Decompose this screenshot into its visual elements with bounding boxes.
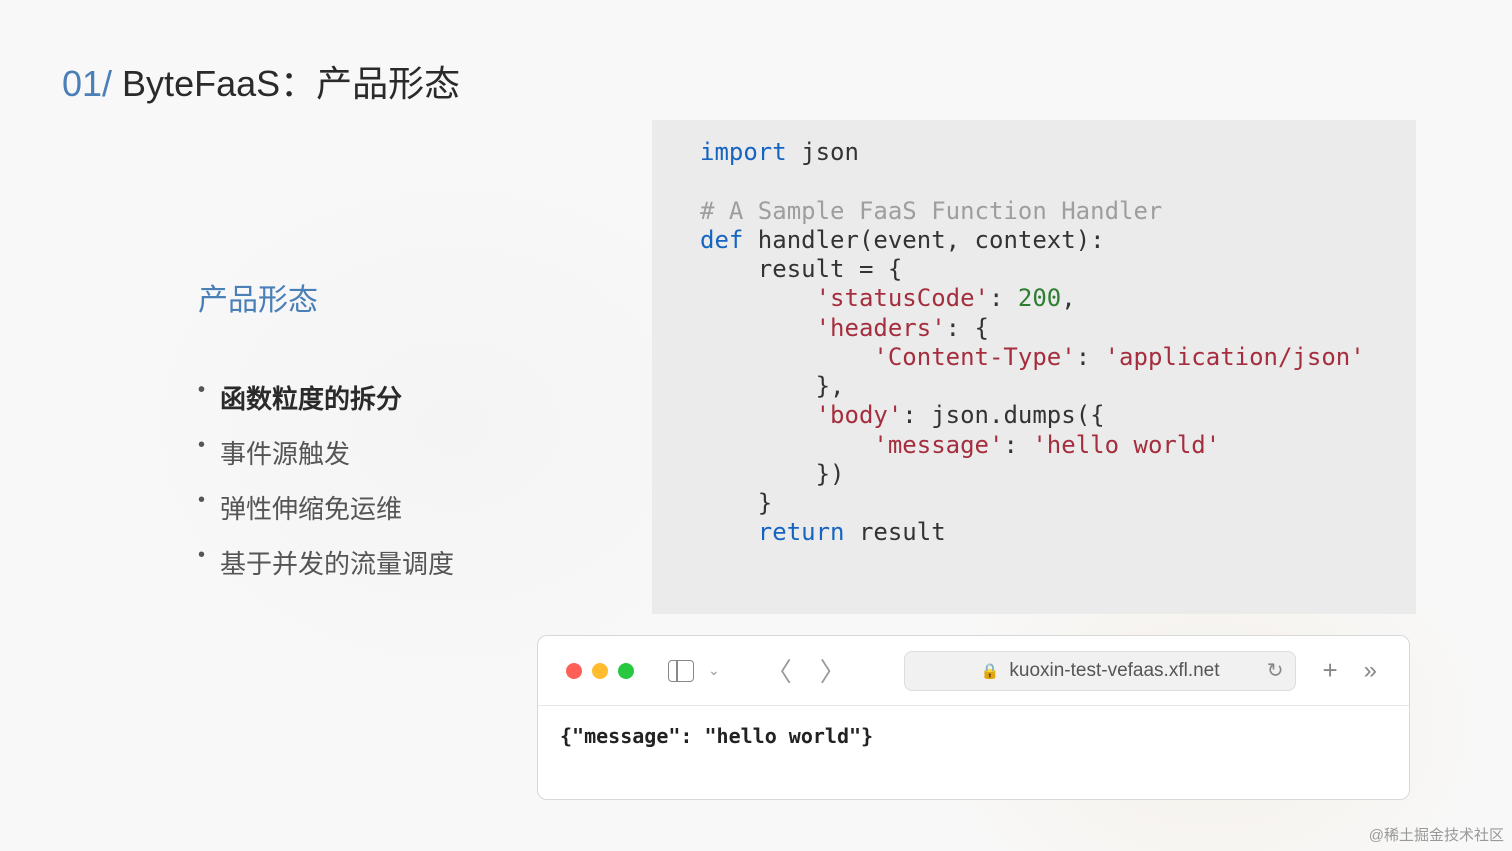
- code-keyword: import: [700, 138, 787, 166]
- subtitle: 产品形态: [198, 275, 578, 319]
- close-icon[interactable]: [566, 663, 582, 679]
- list-item: 基于并发的流量调度: [198, 544, 578, 581]
- forward-icon[interactable]: 〉: [820, 652, 846, 689]
- traffic-lights: [566, 663, 634, 679]
- maximize-icon[interactable]: [618, 663, 634, 679]
- list-item: 弹性伸缩免运维: [198, 489, 578, 526]
- lock-icon: 🔒: [981, 662, 1000, 680]
- reload-icon[interactable]: ↻: [1267, 658, 1284, 683]
- code-keyword: def: [700, 226, 743, 254]
- left-panel: 产品形态 函数粒度的拆分 事件源触发 弹性伸缩免运维 基于并发的流量调度: [198, 275, 578, 599]
- code-block: import json # A Sample FaaS Function Han…: [652, 120, 1416, 614]
- browser-window: ⌄ 〈 〉 🔒 kuoxin-test-vefaas.xfl.net ↻ + »…: [537, 635, 1410, 800]
- chevron-down-icon[interactable]: ⌄: [708, 662, 720, 679]
- code-comment: # A Sample FaaS Function Handler: [700, 197, 1162, 225]
- new-tab-icon[interactable]: +: [1322, 655, 1337, 686]
- title-number: 01/: [62, 63, 112, 104]
- slide-title: 01/ ByteFaaS：产品形态: [62, 55, 460, 107]
- more-icon[interactable]: »: [1364, 657, 1377, 685]
- minimize-icon[interactable]: [592, 663, 608, 679]
- watermark: @稀土掘金技术社区: [1369, 824, 1504, 845]
- sidebar-toggle-icon[interactable]: [668, 660, 694, 682]
- title-text: ByteFaaS：产品形态: [112, 63, 460, 104]
- browser-toolbar: ⌄ 〈 〉 🔒 kuoxin-test-vefaas.xfl.net ↻ + »: [538, 636, 1409, 706]
- url-text: kuoxin-test-vefaas.xfl.net: [1009, 660, 1219, 682]
- nav-arrows: 〈 〉: [766, 652, 846, 689]
- list-item: 函数粒度的拆分: [198, 379, 578, 416]
- feature-list: 函数粒度的拆分 事件源触发 弹性伸缩免运维 基于并发的流量调度: [198, 379, 578, 581]
- back-icon[interactable]: 〈: [766, 652, 792, 689]
- url-bar[interactable]: 🔒 kuoxin-test-vefaas.xfl.net ↻: [904, 651, 1297, 691]
- list-item: 事件源触发: [198, 434, 578, 471]
- browser-output: {"message": "hello world"}: [538, 706, 1409, 766]
